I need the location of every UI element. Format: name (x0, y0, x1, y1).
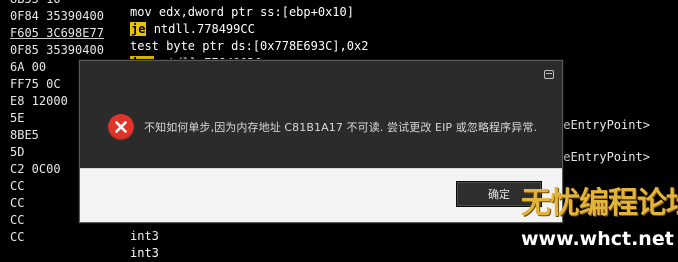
dialog-footer: 确定 (80, 168, 562, 222)
hex-row: 8B55 10 (10, 0, 130, 8)
watermark-url: www.whct.net (521, 228, 674, 250)
error-message: 不知如何单步,因为内存地址 C81B1A17 不可读. 尝试更改 EIP 或忽略… (144, 121, 538, 134)
instruction-row: mov edx,dword ptr ss:[ebp+0x10] (130, 5, 354, 19)
instruction-row: int3 (130, 229, 159, 243)
instruction-column: mov edx,dword ptr ss:[ebp+0x10] mov edx,… (130, 0, 550, 260)
minimize-icon[interactable] (544, 70, 554, 79)
error-icon (108, 114, 134, 140)
error-dialog: 不知如何单步,因为内存地址 C81B1A17 不可读. 尝试更改 EIP 或忽略… (79, 60, 563, 223)
instruction-prefix: test byte ptr ds:[ (130, 39, 261, 53)
watermark-title: 无忧编程论坛 (521, 186, 678, 221)
symbol-label: leEntryPoint> (556, 150, 650, 164)
hex-row: 0F84 35390400 (10, 9, 104, 23)
hex-row: F605 3C698E77 (10, 26, 104, 40)
hex-row: 0F85 35390400 (10, 43, 104, 57)
memory-address: 0x778E693C (260, 39, 333, 53)
instruction-row: test byte ptr ds:[0x778E693C],0x2 (130, 38, 368, 55)
symbol-label: leEntryPoint> (556, 118, 650, 132)
dialog-titlebar[interactable] (80, 61, 562, 89)
hex-row: CC (10, 230, 25, 244)
jump-mnemonic: je (130, 22, 147, 36)
jump-target: ntdll.778499CC (153, 22, 255, 36)
instruction-row: je ntdll.778499CC (130, 21, 255, 38)
instruction-suffix: ],0x2 (332, 39, 369, 53)
message-row: 不知如何单步,因为内存地址 C81B1A17 不可读. 尝试更改 EIP 或忽略… (104, 111, 552, 145)
